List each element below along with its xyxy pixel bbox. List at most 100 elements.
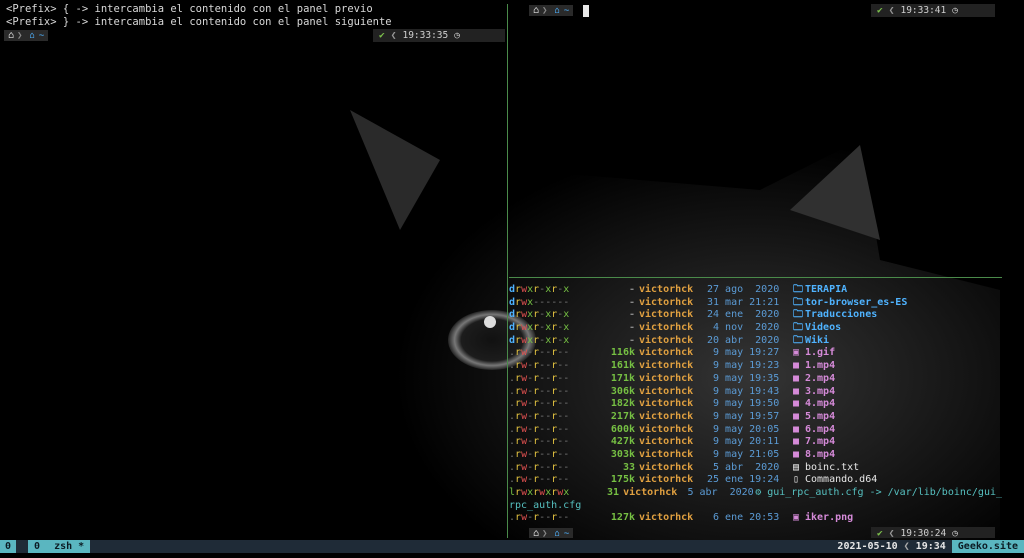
modified-date: 9 may 19:23 bbox=[707, 360, 780, 372]
file-name: gui_rpc_auth.cfg -> /var/lib/boinc/gui_ bbox=[767, 487, 1002, 498]
modified-date: 9 may 21:05 bbox=[707, 448, 780, 460]
file-size: - bbox=[628, 296, 635, 308]
file-size: - bbox=[628, 334, 635, 346]
list-item: drwxr-xr-x - victorhck 4 nov 2020 🗀 Videos bbox=[509, 322, 1002, 335]
modified-date: 4 nov 2020 bbox=[707, 322, 780, 334]
file-size: 33 bbox=[622, 461, 635, 473]
session-index[interactable]: 0 bbox=[0, 540, 17, 553]
folder-icon: 🗀 bbox=[793, 334, 803, 346]
file-size: - bbox=[628, 309, 635, 321]
list-item: .rw-r--r-- 306k victorhck 9 may 19:43 ■ 3.mp… bbox=[509, 386, 1002, 399]
owner: victorhck bbox=[639, 436, 694, 448]
list-item: .rw-r--r-- 161k victorhck 9 may 19:23 ■ 1.mp… bbox=[509, 360, 1002, 373]
modified-date: 9 may 19:57 bbox=[707, 410, 780, 422]
file-name: 3.mp4 bbox=[805, 385, 836, 397]
apple-icon: ⌂ bbox=[8, 30, 15, 41]
right-prompt: ✔ ❮ 19:33:35 ◷ bbox=[373, 29, 505, 42]
pane-divider-vertical[interactable] bbox=[507, 4, 508, 538]
hostname: Geeko.site bbox=[951, 540, 1024, 553]
window-tab[interactable]: 0 zsh * bbox=[28, 540, 91, 553]
permissions: .rw-r--r-- bbox=[509, 360, 570, 372]
owner: victorhck bbox=[639, 372, 694, 384]
file-name: Wiki bbox=[805, 334, 830, 346]
owner: victorhck bbox=[639, 284, 694, 295]
file-name: TERAPIA bbox=[805, 284, 848, 295]
list-item: .rw-r--r-- 427k victorhck 9 may 20:11 ■ 7.mp… bbox=[509, 436, 1002, 449]
video-icon: ■ bbox=[793, 398, 800, 410]
file-name: 6.mp4 bbox=[805, 423, 836, 435]
file-name: 4.mp4 bbox=[805, 398, 836, 410]
list-item: drwxr-xr-x - victorhck 27 ago 2020 🗀 TERAPIA bbox=[509, 284, 1002, 297]
time: 19:33:35 bbox=[402, 30, 449, 41]
check-icon: ✔ bbox=[379, 30, 385, 41]
video-icon: ■ bbox=[793, 372, 800, 384]
text-file-icon: ▤ bbox=[793, 461, 800, 473]
segment-separator: ❯ bbox=[542, 528, 548, 539]
permissions: .rw-r--r-- bbox=[509, 461, 570, 473]
modified-date: 24 ene 2020 bbox=[707, 309, 780, 321]
file-size: 127k bbox=[610, 512, 635, 524]
apple-icon: ⌂ bbox=[533, 528, 540, 538]
file-name: 2.mp4 bbox=[805, 372, 836, 384]
folder-icon: 🗀 bbox=[793, 309, 803, 321]
permissions: .rw-r--r-- bbox=[509, 474, 570, 486]
modified-date: 6 ene 20:53 bbox=[707, 512, 780, 524]
permissions: .rw-r--r-- bbox=[509, 448, 570, 460]
file-size: 303k bbox=[610, 448, 635, 460]
left-pane[interactable]: <Prefix> { -> intercambia el contenido c… bbox=[0, 0, 506, 538]
list-item: .rw-r--r-- 116k victorhck 9 may 19:27 ▣ 1.gi… bbox=[509, 347, 1002, 360]
file-name: Commando.d64 bbox=[805, 474, 878, 486]
pane-divider-horizontal[interactable] bbox=[509, 277, 1002, 278]
file-name: boinc.txt bbox=[805, 461, 860, 473]
permissions: .rw-r--r-- bbox=[509, 372, 570, 384]
permissions: .rw-r--r-- bbox=[509, 410, 570, 422]
time: 19:33:41 bbox=[900, 5, 947, 16]
cwd: ~ bbox=[563, 528, 570, 539]
list-item: .rw-r--r-- 175k victorhck 25 ene 19:24 ▯ Comm… bbox=[509, 474, 1002, 487]
shell-prompt: ⌂ ❯ ⌂ ~ bbox=[529, 527, 574, 539]
file-listing: drwxr-xr-x - victorhck 27 ago 2020 🗀 TERAPIA d… bbox=[509, 284, 1002, 525]
list-item: drwx------ - victorhck 31 mar 21:21 🗀 tor-bro… bbox=[509, 297, 1002, 310]
file-name: 1.mp4 bbox=[805, 360, 836, 372]
permissions: .rw-r--r-- bbox=[509, 436, 570, 448]
list-item: drwxr-xr-x - victorhck 24 ene 2020 🗀 Traducci… bbox=[509, 309, 1002, 322]
owner: victorhck bbox=[639, 385, 694, 397]
owner: victorhck bbox=[639, 309, 694, 321]
list-item: .rw-r--r-- 600k victorhck 9 may 20:05 ■ 6.mp… bbox=[509, 424, 1002, 437]
right-prompt: ✔ ❮ 19:30:24 ◷ bbox=[871, 527, 995, 538]
file-size: - bbox=[628, 322, 635, 334]
owner: victorhck bbox=[639, 360, 694, 372]
home-icon: ⌂ bbox=[29, 30, 35, 41]
gear-icon: ⚙ bbox=[755, 487, 762, 498]
permissions: .rw-r--r-- bbox=[509, 347, 570, 359]
modified-date: 9 may 20:11 bbox=[707, 436, 780, 448]
owner: victorhck bbox=[639, 512, 694, 524]
bottom-right-pane[interactable]: drwxr-xr-x - victorhck 27 ago 2020 🗀 TERAPIA d… bbox=[509, 279, 1002, 538]
clock-icon: ◷ bbox=[454, 30, 460, 41]
list-item: .rw-r--r-- 127k victorhck 6 ene 20:53 ▣ iker… bbox=[509, 512, 1002, 525]
owner: victorhck bbox=[639, 448, 694, 460]
owner: victorhck bbox=[639, 410, 694, 422]
permissions: drwxr-xr-x bbox=[509, 309, 570, 321]
file-size: 175k bbox=[610, 474, 635, 486]
check-icon: ✔ bbox=[877, 528, 883, 538]
os-segment: ⌂ ❯ ⌂ ~ bbox=[529, 5, 574, 16]
modified-date: 5 abr 2020 bbox=[681, 487, 754, 498]
file-name: 5.mp4 bbox=[805, 410, 836, 422]
output-line: <Prefix> } -> intercambia el contenido c… bbox=[6, 16, 392, 28]
top-right-pane[interactable]: ⌂ ❯ ⌂ ~ ✔ ❮ 19:33:41 ◷ bbox=[509, 0, 1002, 277]
list-item: drwxr-xr-x - victorhck 20 abr 2020 🗀 Wiki bbox=[509, 335, 1002, 348]
owner: victorhck bbox=[639, 423, 694, 435]
segment-separator: ❮ bbox=[390, 30, 397, 41]
text-cursor[interactable] bbox=[583, 4, 590, 17]
cwd: ~ bbox=[38, 30, 45, 41]
video-icon: ■ bbox=[793, 410, 800, 422]
status-time: 19:34 bbox=[915, 541, 946, 552]
permissions: lrwxrwxrwx bbox=[509, 487, 570, 498]
file-size: - bbox=[628, 284, 635, 295]
file-name: 1.gif bbox=[805, 347, 836, 359]
file-name: Videos bbox=[805, 322, 842, 334]
permissions: .rw-r--r-- bbox=[509, 385, 570, 397]
window-name: zsh * bbox=[54, 541, 85, 552]
clock-icon: ◷ bbox=[952, 528, 958, 538]
